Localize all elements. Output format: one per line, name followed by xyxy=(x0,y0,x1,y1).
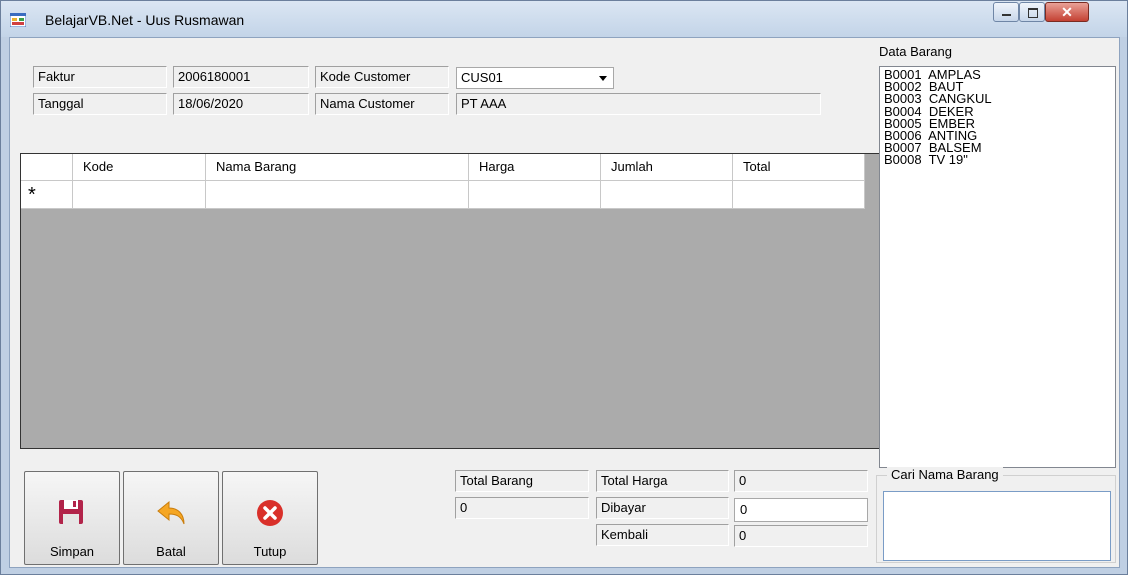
close-circle-icon xyxy=(257,500,283,526)
new-row-cell-jumlah[interactable] xyxy=(601,181,733,209)
maximize-icon xyxy=(1028,8,1038,18)
dibayar-input[interactable]: 0 xyxy=(734,498,868,522)
floppy-disk-icon xyxy=(59,500,83,524)
faktur-value: 2006180001 xyxy=(173,66,309,88)
tutup-label: Tutup xyxy=(253,544,287,559)
kembali-label: Kembali xyxy=(596,524,729,546)
new-row-marker: * xyxy=(28,184,36,206)
data-barang-panel: Data Barang B0001 AMPLAS B0002 BAUT B000… xyxy=(879,44,1119,471)
data-barang-list[interactable]: B0001 AMPLAS B0002 BAUT B0003 CANGKUL B0… xyxy=(879,66,1116,468)
column-header-jumlah[interactable]: Jumlah xyxy=(601,154,733,181)
simpan-button[interactable]: Simpan xyxy=(24,471,120,565)
close-window-button[interactable]: ✕ xyxy=(1045,2,1089,22)
app-window: BelajarVB.Net - Uus Rusmawan ✕ Faktur 20… xyxy=(0,0,1128,575)
new-row-cell-total[interactable] xyxy=(733,181,865,209)
list-item[interactable]: B0008 TV 19" xyxy=(884,153,1111,166)
nama-customer-value: PT AAA xyxy=(456,93,821,115)
tanggal-value: 18/06/2020 xyxy=(173,93,309,115)
cari-nama-barang-title: Cari Nama Barang xyxy=(887,467,1003,482)
kembali-value: 0 xyxy=(734,525,868,547)
grid-row-header-corner xyxy=(21,154,73,181)
total-harga-value: 0 xyxy=(734,470,868,492)
kode-customer-combo[interactable]: CUS01 xyxy=(456,67,614,89)
total-barang-value: 0 xyxy=(455,497,589,519)
title-bar: BelajarVB.Net - Uus Rusmawan ✕ xyxy=(1,1,1127,37)
window-title: BelajarVB.Net - Uus Rusmawan xyxy=(45,12,245,28)
kode-customer-value: CUS01 xyxy=(461,70,503,85)
new-row-cell-nama-barang[interactable] xyxy=(206,181,469,209)
tutup-button[interactable]: Tutup xyxy=(222,471,318,565)
new-row-cell-kode[interactable] xyxy=(73,181,206,209)
chevron-down-icon[interactable] xyxy=(599,76,607,81)
batal-label: Batal xyxy=(156,544,186,559)
maximize-button[interactable] xyxy=(1019,2,1045,22)
data-grid[interactable]: Kode Nama Barang Harga Jumlah Total * xyxy=(20,153,883,449)
form-client-area: Faktur 2006180001 Tanggal 18/06/2020 Kod… xyxy=(9,37,1120,568)
cari-nama-barang-input[interactable] xyxy=(883,491,1111,561)
column-header-kode[interactable]: Kode xyxy=(73,154,206,181)
minimize-button[interactable] xyxy=(993,2,1019,22)
form-icon xyxy=(10,13,26,27)
column-header-nama-barang[interactable]: Nama Barang xyxy=(206,154,469,181)
new-row-header[interactable]: * xyxy=(21,181,73,209)
total-barang-label: Total Barang xyxy=(455,470,589,492)
batal-button[interactable]: Batal xyxy=(123,471,219,565)
simpan-label: Simpan xyxy=(49,544,95,559)
undo-arrow-icon xyxy=(157,500,185,525)
column-header-harga[interactable]: Harga xyxy=(469,154,601,181)
minimize-icon xyxy=(1002,14,1011,16)
cari-nama-barang-group: Cari Nama Barang xyxy=(876,467,1116,563)
data-barang-title: Data Barang xyxy=(879,44,952,59)
kode-customer-label: Kode Customer xyxy=(315,66,449,88)
column-header-total[interactable]: Total xyxy=(733,154,865,181)
nama-customer-label: Nama Customer xyxy=(315,93,449,115)
close-icon: ✕ xyxy=(1061,4,1073,20)
total-harga-label: Total Harga xyxy=(596,470,729,492)
dibayar-label: Dibayar xyxy=(596,497,729,519)
new-row-cell-harga[interactable] xyxy=(469,181,601,209)
tanggal-label: Tanggal xyxy=(33,93,167,115)
faktur-label: Faktur xyxy=(33,66,167,88)
